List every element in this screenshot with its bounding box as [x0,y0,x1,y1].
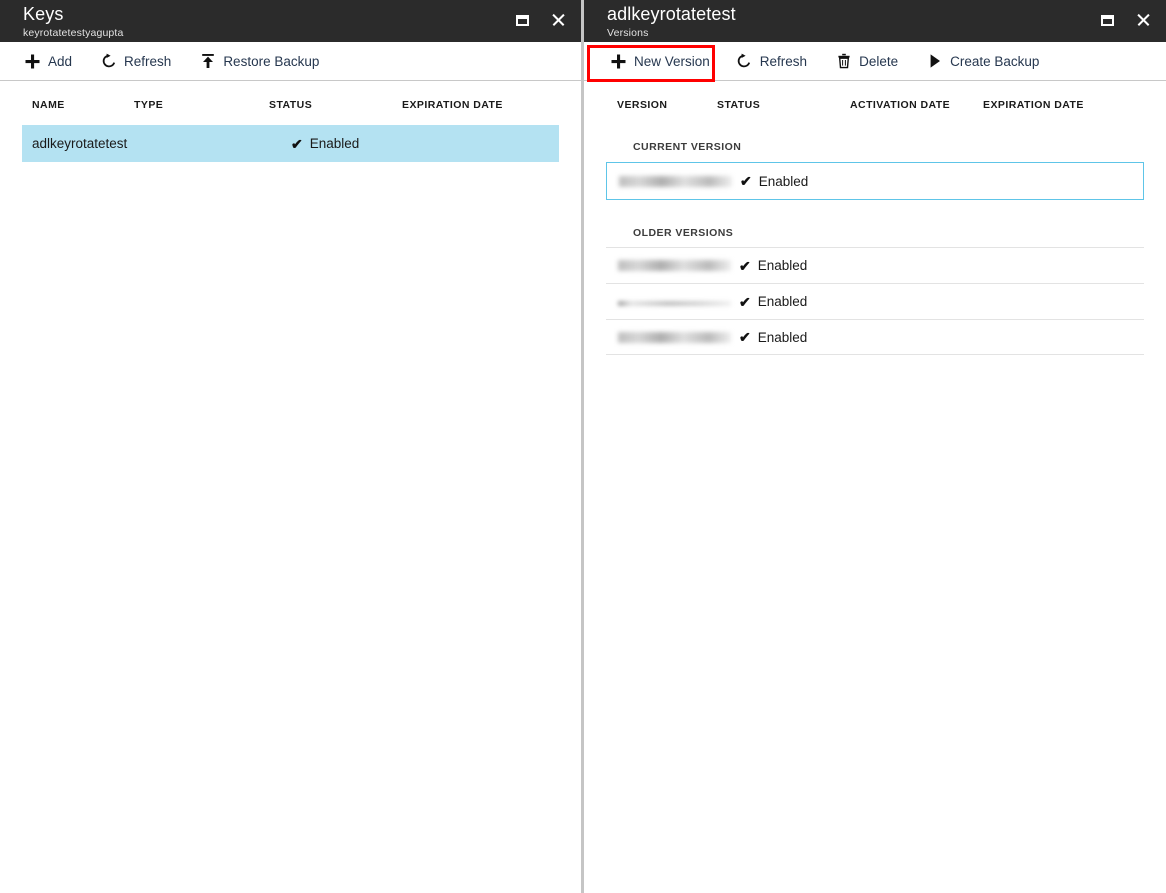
check-icon: ✔ [291,137,303,151]
restore-icon[interactable] [1094,9,1120,31]
version-id-cell [606,332,739,343]
refresh-button[interactable]: Refresh [98,46,173,76]
current-version-section: CURRENT VERSION ✔ Enabled [584,111,1166,200]
check-icon: ✔ [739,330,751,344]
check-icon: ✔ [739,295,751,309]
trash-icon [835,53,852,70]
version-status-cell: ✔ Enabled [739,258,909,273]
column-header-version: VERSION [584,99,717,111]
play-icon [926,53,943,70]
current-version-label: CURRENT VERSION [606,141,1144,153]
plus-icon [610,53,627,70]
redacted-version-id [619,176,732,187]
table-row[interactable]: ✔ Enabled [606,283,1144,319]
refresh-icon [100,53,117,70]
version-status-cell: ✔ Enabled [739,294,909,309]
versions-blade-titlebar: adlkeyrotatetest Versions [584,0,1166,42]
version-id-cell [606,298,739,306]
version-id-cell [607,176,740,187]
keys-grid-header: NAME TYPE STATUS EXPIRATION DATE [0,81,581,111]
refresh-button-label: Refresh [760,54,807,69]
close-icon[interactable] [545,9,571,31]
restore-backup-button[interactable]: Restore Backup [197,46,321,76]
version-id-cell [606,260,739,271]
table-row[interactable]: ✔ Enabled [606,319,1144,355]
redacted-version-id [618,260,731,271]
azure-key-vault-blades: Keys keyrotatetestyagupta Add [0,0,1166,893]
versions-grid-header: VERSION STATUS ACTIVATION DATE EXPIRATIO… [584,81,1166,111]
key-status-label: Enabled [310,136,360,151]
add-button-label: Add [48,54,72,69]
create-backup-button-label: Create Backup [950,54,1039,69]
version-status-cell: ✔ Enabled [739,330,909,345]
refresh-button[interactable]: Refresh [734,46,809,76]
table-row[interactable]: adlkeyrotatetest ✔ Enabled [22,125,559,162]
delete-button-label: Delete [859,54,898,69]
keys-list: adlkeyrotatetest ✔ Enabled [0,111,581,893]
version-status-cell: ✔ Enabled [740,174,910,189]
column-header-expiration-date: EXPIRATION DATE [983,99,1123,111]
column-header-expiration-date: EXPIRATION DATE [402,99,562,111]
older-versions-list: ✔ Enabled ✔ Enabled [606,247,1144,355]
column-header-status: STATUS [717,99,850,111]
version-status-label: Enabled [758,258,808,273]
create-backup-button[interactable]: Create Backup [924,46,1041,76]
key-status-cell: ✔ Enabled [291,136,451,151]
keys-window-controls [509,9,571,31]
older-versions-section: OLDER VERSIONS ✔ Enabled [584,200,1166,355]
keys-command-bar: Add Refresh [0,42,581,81]
key-name-cell: adlkeyrotatetest [22,136,156,151]
new-version-button-label: New Version [634,54,710,69]
column-header-type: TYPE [134,99,269,111]
redacted-version-id [618,301,731,306]
keys-blade-titlebar: Keys keyrotatetestyagupta [0,0,581,42]
table-row[interactable]: ✔ Enabled [606,247,1144,283]
page-title: Keys [23,5,123,23]
restore-backup-button-label: Restore Backup [223,54,319,69]
delete-button[interactable]: Delete [833,46,900,76]
version-status-label: Enabled [758,330,808,345]
plus-icon [24,53,41,70]
version-status-label: Enabled [759,174,809,189]
column-header-status: STATUS [269,99,402,111]
new-version-button[interactable]: New Version [608,46,712,76]
restore-icon[interactable] [509,9,535,31]
versions-window-controls [1094,9,1156,31]
refresh-button-label: Refresh [124,54,171,69]
versions-command-bar: New Version Refresh [584,42,1166,81]
close-icon[interactable] [1130,9,1156,31]
versions-blade: adlkeyrotatetest Versions New Version [584,0,1166,893]
versions-blade-title-group: adlkeyrotatetest Versions [607,4,736,39]
check-icon: ✔ [740,174,752,188]
column-header-name: NAME [0,99,134,111]
version-status-label: Enabled [758,294,808,309]
keys-blade-title-group: Keys keyrotatetestyagupta [23,4,123,39]
page-subtitle: keyrotatetestyagupta [23,28,123,39]
check-icon: ✔ [739,259,751,273]
older-versions-label: OLDER VERSIONS [606,227,1144,239]
keys-blade: Keys keyrotatetestyagupta Add [0,0,581,893]
refresh-icon [736,53,753,70]
page-title: adlkeyrotatetest [607,5,736,23]
page-subtitle: Versions [607,28,736,39]
versions-list: CURRENT VERSION ✔ Enabled OLDER VERSIONS [584,111,1166,893]
current-version-row[interactable]: ✔ Enabled [606,162,1144,200]
redacted-version-id [618,332,731,343]
add-button[interactable]: Add [22,46,74,76]
column-header-activation-date: ACTIVATION DATE [850,99,983,111]
upload-icon [199,53,216,70]
